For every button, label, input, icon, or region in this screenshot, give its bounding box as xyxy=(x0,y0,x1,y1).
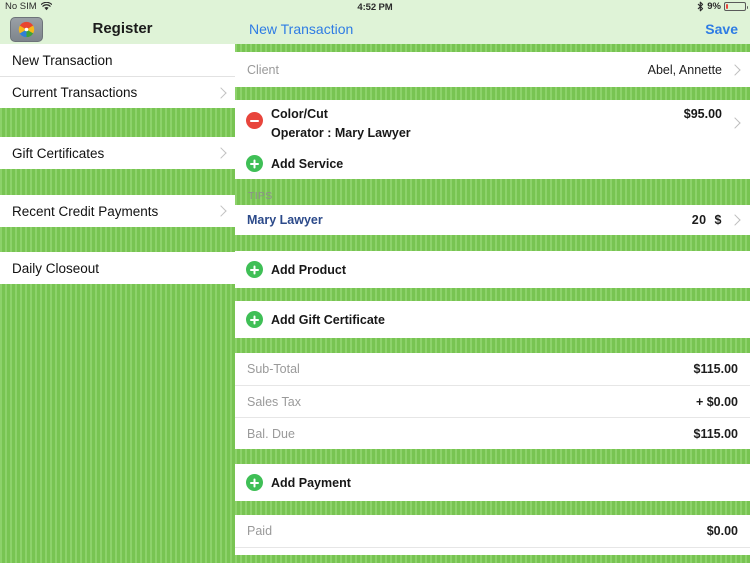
client-row[interactable]: Client Abel, Annette xyxy=(235,52,750,87)
sidebar-header: Register xyxy=(0,15,235,44)
paid-value: $0.00 xyxy=(706,524,738,538)
balance-due-row: Bal. Due $115.00 xyxy=(235,417,750,449)
battery-icon xyxy=(724,2,748,11)
add-payment-label: Add Payment xyxy=(271,475,351,490)
spacer xyxy=(235,44,750,52)
save-button[interactable]: Save xyxy=(705,21,738,37)
product-card: Add Product xyxy=(235,251,750,288)
plus-circle-icon xyxy=(246,311,263,328)
client-label: Client xyxy=(247,62,279,77)
sidebar: Register New Transaction Current Transac… xyxy=(0,15,235,563)
payment-card: Add Payment xyxy=(235,464,750,501)
tip-row[interactable]: Mary Lawyer 20 $ xyxy=(235,205,750,235)
sidebar-item-label: Daily Closeout xyxy=(12,260,100,276)
spacer xyxy=(235,338,750,353)
tips-header-label: TIPS xyxy=(248,190,273,202)
sidebar-item-gift-certificates[interactable]: Gift Certificates xyxy=(0,137,235,169)
add-service-label: Add Service xyxy=(271,156,344,171)
spacer xyxy=(235,501,750,515)
sidebar-item-daily-closeout[interactable]: Daily Closeout xyxy=(0,252,235,284)
client-value: Abel, Annette xyxy=(647,62,722,77)
sidebar-item-label: Recent Credit Payments xyxy=(12,203,159,219)
service-price: $95.00 xyxy=(683,107,722,121)
page-title: Register xyxy=(92,20,153,37)
paid-label: Paid xyxy=(247,524,273,538)
subtotal-value: $115.00 xyxy=(693,362,739,376)
nav-title: New Transaction xyxy=(249,21,354,37)
sidebar-item-label: New Transaction xyxy=(12,52,113,68)
tip-amount-value: 20 xyxy=(691,213,707,227)
tips-section-header: TIPS xyxy=(235,179,750,205)
plus-circle-icon xyxy=(246,261,263,278)
chevron-right-icon xyxy=(215,86,227,99)
service-operator: Operator : Mary Lawyer xyxy=(271,126,411,140)
chevron-right-icon xyxy=(729,117,741,129)
service-name: Color/Cut xyxy=(271,107,328,121)
paid-card: Paid $0.00 xyxy=(235,515,750,555)
bluetooth-icon xyxy=(697,1,704,12)
status-bar-right: 9% xyxy=(697,1,748,12)
add-product-label: Add Product xyxy=(271,262,346,277)
totals-card: Sub-Total $115.00 Sales Tax + $0.00 Bal.… xyxy=(235,353,750,449)
tip-operator-name: Mary Lawyer xyxy=(247,213,323,227)
status-bar-time: 4:52 PM xyxy=(357,2,393,13)
sidebar-group-4: Daily Closeout xyxy=(0,252,235,284)
add-payment-button[interactable]: Add Payment xyxy=(235,464,750,501)
paid-row-bottom-divider xyxy=(235,547,750,555)
add-service-button[interactable]: Add Service xyxy=(235,148,750,179)
nav-bar: New Transaction Save xyxy=(235,15,750,44)
paid-row: Paid $0.00 xyxy=(235,515,750,547)
add-product-button[interactable]: Add Product xyxy=(235,251,750,288)
plus-circle-icon xyxy=(246,155,263,172)
chevron-right-icon xyxy=(215,147,227,159)
tip-amount: 20 $ xyxy=(692,213,722,227)
sales-tax-label: Sales Tax xyxy=(247,394,301,409)
sidebar-item-current-transactions[interactable]: Current Transactions xyxy=(0,76,235,108)
chevron-right-icon xyxy=(729,214,741,226)
add-gift-certificate-label: Add Gift Certificate xyxy=(271,312,385,327)
battery-percent-label: 9% xyxy=(707,1,721,12)
sidebar-group-1: New Transaction Current Transactions xyxy=(0,44,235,108)
sidebar-item-label: Current Transactions xyxy=(12,85,138,100)
minus-circle-icon[interactable] xyxy=(246,112,263,129)
status-bar: No SIM 4:52 PM 9% xyxy=(0,0,750,15)
services-card: Color/Cut Operator : Mary Lawyer $95.00 … xyxy=(235,100,750,179)
plus-circle-icon xyxy=(246,474,263,491)
subtotal-label: Sub-Total xyxy=(247,362,300,376)
app-root: No SIM 4:52 PM 9% Register New Transacti… xyxy=(0,0,750,563)
spacer xyxy=(235,87,750,100)
sales-tax-row: Sales Tax + $0.00 xyxy=(235,385,750,417)
spacer xyxy=(235,235,750,251)
sidebar-group-2: Gift Certificates xyxy=(0,137,235,169)
transaction-form: Client Abel, Annette Color/Cut Operator … xyxy=(235,44,750,563)
client-card: Client Abel, Annette xyxy=(235,52,750,87)
detail-panel: New Transaction Save Client Abel, Annett… xyxy=(235,15,750,563)
chevron-right-icon xyxy=(215,205,227,217)
subtotal-row: Sub-Total $115.00 xyxy=(235,353,750,385)
spacer xyxy=(235,288,750,301)
chevron-right-icon xyxy=(729,63,741,76)
sales-tax-value: + $0.00 xyxy=(695,394,738,409)
balance-due-label: Bal. Due xyxy=(247,426,295,441)
gift-certificate-card: Add Gift Certificate xyxy=(235,301,750,338)
sidebar-item-recent-credit-payments[interactable]: Recent Credit Payments xyxy=(0,195,235,227)
tips-card: Mary Lawyer 20 $ xyxy=(235,205,750,235)
sidebar-item-label: Gift Certificates xyxy=(12,145,105,161)
spacer xyxy=(235,449,750,464)
balance-due-value: $115.00 xyxy=(693,426,739,441)
tip-currency: $ xyxy=(714,213,722,227)
sidebar-group-3: Recent Credit Payments xyxy=(0,195,235,227)
sidebar-item-new-transaction[interactable]: New Transaction xyxy=(0,44,235,76)
battery-level-fill xyxy=(726,4,728,9)
service-row[interactable]: Color/Cut Operator : Mary Lawyer $95.00 xyxy=(235,100,750,148)
add-gift-certificate-button[interactable]: Add Gift Certificate xyxy=(235,301,750,338)
